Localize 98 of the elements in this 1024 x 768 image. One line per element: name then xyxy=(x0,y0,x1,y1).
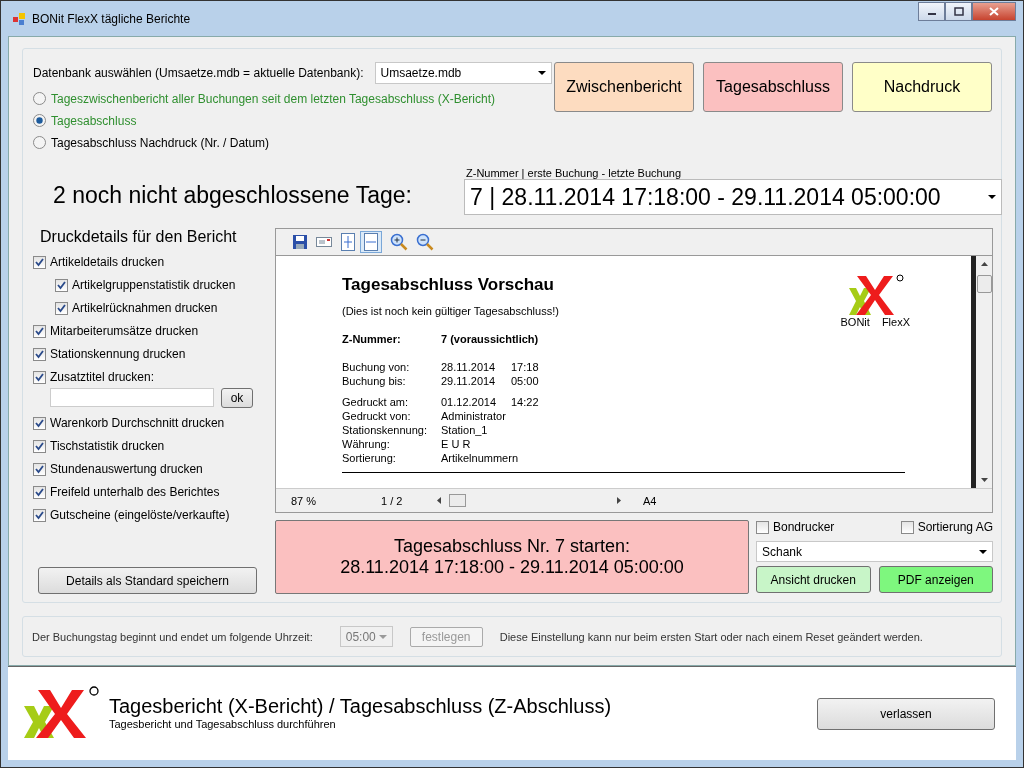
checkmark-icon xyxy=(35,464,44,474)
checkmark-icon xyxy=(35,349,44,359)
detail-checkbox[interactable]: Zusatztitel drucken: xyxy=(33,369,266,385)
scrollbar-thumb[interactable] xyxy=(449,494,466,507)
report-field-label: Buchung von: xyxy=(342,361,411,373)
printer-dropdown[interactable]: Schank xyxy=(756,541,993,562)
report-type-radio[interactable]: Tagesabschluss xyxy=(33,112,552,129)
report-field-value: 29.11.2014 xyxy=(441,375,497,387)
detail-checkbox[interactable]: Artikelgruppenstatistik drucken xyxy=(55,277,266,293)
fit-page-icon[interactable] xyxy=(340,233,356,251)
report-field-time: 17:18 xyxy=(511,361,539,373)
dropdown-arrow-icon xyxy=(537,71,546,75)
z-number-label: Z-Nummer: xyxy=(342,333,402,345)
window-title: BONit FlexX tägliche Berichte xyxy=(32,11,191,26)
logo-caption: FlexX xyxy=(881,316,910,328)
save-defaults-button[interactable]: Details als Standard speichern xyxy=(38,567,257,594)
detail-checkbox[interactable]: Gutscheine (eingelöste/verkaufte) xyxy=(33,507,266,523)
report-field-value: Artikelnummern xyxy=(441,452,519,464)
detail-checkbox[interactable]: Warenkorb Durchschnitt drucken xyxy=(33,415,266,431)
z-number-dropdown[interactable]: 7 | 28.11.2014 17:18:00 - 29.11.2014 05:00:00 xyxy=(464,179,1002,215)
database-dropdown[interactable]: Umsaetze.mdb xyxy=(374,62,552,84)
right-arrow-icon xyxy=(617,497,621,504)
print-action-button[interactable]: Ansicht drucken xyxy=(756,566,871,593)
page-indicator: 1 / 2 xyxy=(381,494,404,507)
report-action-button[interactable]: Nachdruck xyxy=(852,62,992,112)
zoom-in-icon[interactable] xyxy=(390,233,408,251)
checkmark-icon xyxy=(35,372,44,382)
report-field-value: 28.11.2014 xyxy=(441,361,497,373)
database-label: Datenbank auswählen (Umsaetze.mdb = aktuelle Datenbank): xyxy=(33,66,364,80)
minimize-button[interactable] xyxy=(918,2,945,21)
checkmark-icon xyxy=(35,487,44,497)
detail-checkbox[interactable]: Stundenauswertung drucken xyxy=(33,461,266,477)
report-title: Tagesabschluss Vorschau xyxy=(342,275,555,295)
dropdown-arrow-icon xyxy=(979,549,987,554)
detail-checkbox[interactable]: Stationskennung drucken xyxy=(33,346,266,362)
zoom-level: 87 % xyxy=(291,494,318,507)
down-arrow-icon xyxy=(980,478,988,482)
fit-width-icon[interactable] xyxy=(360,231,382,253)
z-number-value: 7 (voraussichtlich) xyxy=(441,333,539,345)
setting-note: Diese Einstellung kann nur beim ersten Start oder nach einem Reset geändert werden. xyxy=(499,630,923,643)
report-action-button[interactable]: Tagesabschluss xyxy=(703,62,843,112)
extra-title-input[interactable] xyxy=(50,388,214,407)
logo-caption: BONit xyxy=(840,316,870,328)
report-field-label: Sortierung: xyxy=(342,452,397,464)
report-field-label: Gedruckt von: xyxy=(342,410,412,422)
report-field-value: 01.12.2014 xyxy=(441,396,498,408)
report-field-time: 05:00 xyxy=(511,375,539,387)
checkmark-icon xyxy=(35,326,44,336)
close-button[interactable] xyxy=(972,2,1016,21)
left-arrow-icon xyxy=(437,497,441,504)
report-type-radio[interactable]: Tagesabschluss Nachdruck (Nr. / Datum) xyxy=(33,134,552,151)
checkmark-icon xyxy=(35,418,44,428)
print-option-checkbox[interactable]: Bondrucker xyxy=(756,519,835,535)
detail-checkbox[interactable]: Tischstatistik drucken xyxy=(33,438,266,454)
report-field-label: Gedruckt am: xyxy=(342,396,410,408)
report-action-button[interactable]: Zwischenbericht xyxy=(554,62,694,112)
z-select-label: Z-Nummer | erste Buchung - letzte Buchung xyxy=(466,167,682,179)
report-type-radio[interactable]: Tageszwischenbericht aller Buchungen seit dem letzten Tagesabschluss (X-Bericht) xyxy=(33,90,552,107)
zoom-out-icon[interactable] xyxy=(416,233,434,251)
up-arrow-icon xyxy=(980,262,988,266)
checkmark-icon xyxy=(57,303,66,313)
print-action-button[interactable]: PDF anzeigen xyxy=(878,566,993,593)
ok-button[interactable]: ok xyxy=(221,388,253,408)
detail-checkbox[interactable]: Freifeld unterhalb des Berichtes xyxy=(33,484,266,500)
app-icon xyxy=(12,11,26,26)
maximize-button[interactable] xyxy=(945,2,972,21)
checkmark-icon xyxy=(35,510,44,520)
print-option-checkbox[interactable]: Sortierung AG xyxy=(900,519,993,535)
report-field-value: Administrator xyxy=(441,410,507,422)
report-subtitle: (Dies ist noch kein gültiger Tagesabschluss!) xyxy=(342,305,559,317)
report-field-label: Buchung bis: xyxy=(342,375,407,387)
scrollbar-thumb[interactable] xyxy=(976,275,992,293)
day-start-label: Der Buchungstag beginnt und endet um folgende Uhrzeit: xyxy=(32,630,313,643)
paper-size: A4 xyxy=(643,494,657,507)
checkmark-icon xyxy=(35,441,44,451)
detail-checkbox[interactable]: Mitarbeiterumsätze drucken xyxy=(33,323,266,339)
detail-checkbox[interactable]: Artikeldetails drucken xyxy=(33,254,266,270)
report-field-time: 14:22 xyxy=(511,396,539,408)
start-closing-button[interactable]: Tagesabschluss Nr. 7 starten: 28.11.2014 17:18:00 - 29.11.2014 05:00:00 xyxy=(275,520,749,594)
footer-title: Tagesbericht (X-Bericht) / Tagesabschluss (Z-Abschluss) xyxy=(109,695,612,718)
vertical-scrollbar[interactable] xyxy=(976,256,992,488)
envelope-icon[interactable] xyxy=(316,236,332,248)
checkmark-icon xyxy=(35,257,44,267)
detail-checkbox[interactable]: Artikelrücknahmen drucken xyxy=(55,300,266,316)
report-field-label: Stationskennung: xyxy=(342,424,428,436)
close-icon xyxy=(989,7,999,16)
report-field-label: Währung: xyxy=(342,438,391,450)
save-icon[interactable] xyxy=(292,234,308,250)
report-field-value: E U R xyxy=(441,438,472,450)
open-days-heading: 2 noch nicht abgeschlossene Tage: xyxy=(53,182,412,209)
dropdown-arrow-icon xyxy=(378,634,387,639)
report-field-value: Station_1 xyxy=(441,424,489,436)
checkmark-icon xyxy=(57,280,66,290)
dropdown-arrow-icon xyxy=(988,195,996,199)
exit-button[interactable]: verlassen xyxy=(817,697,995,730)
footer-subtitle: Tagesbericht und Tagesabschluss durchführen xyxy=(109,718,337,730)
details-heading: Druckdetails für den Bericht xyxy=(40,228,238,246)
maximize-icon xyxy=(953,7,964,16)
